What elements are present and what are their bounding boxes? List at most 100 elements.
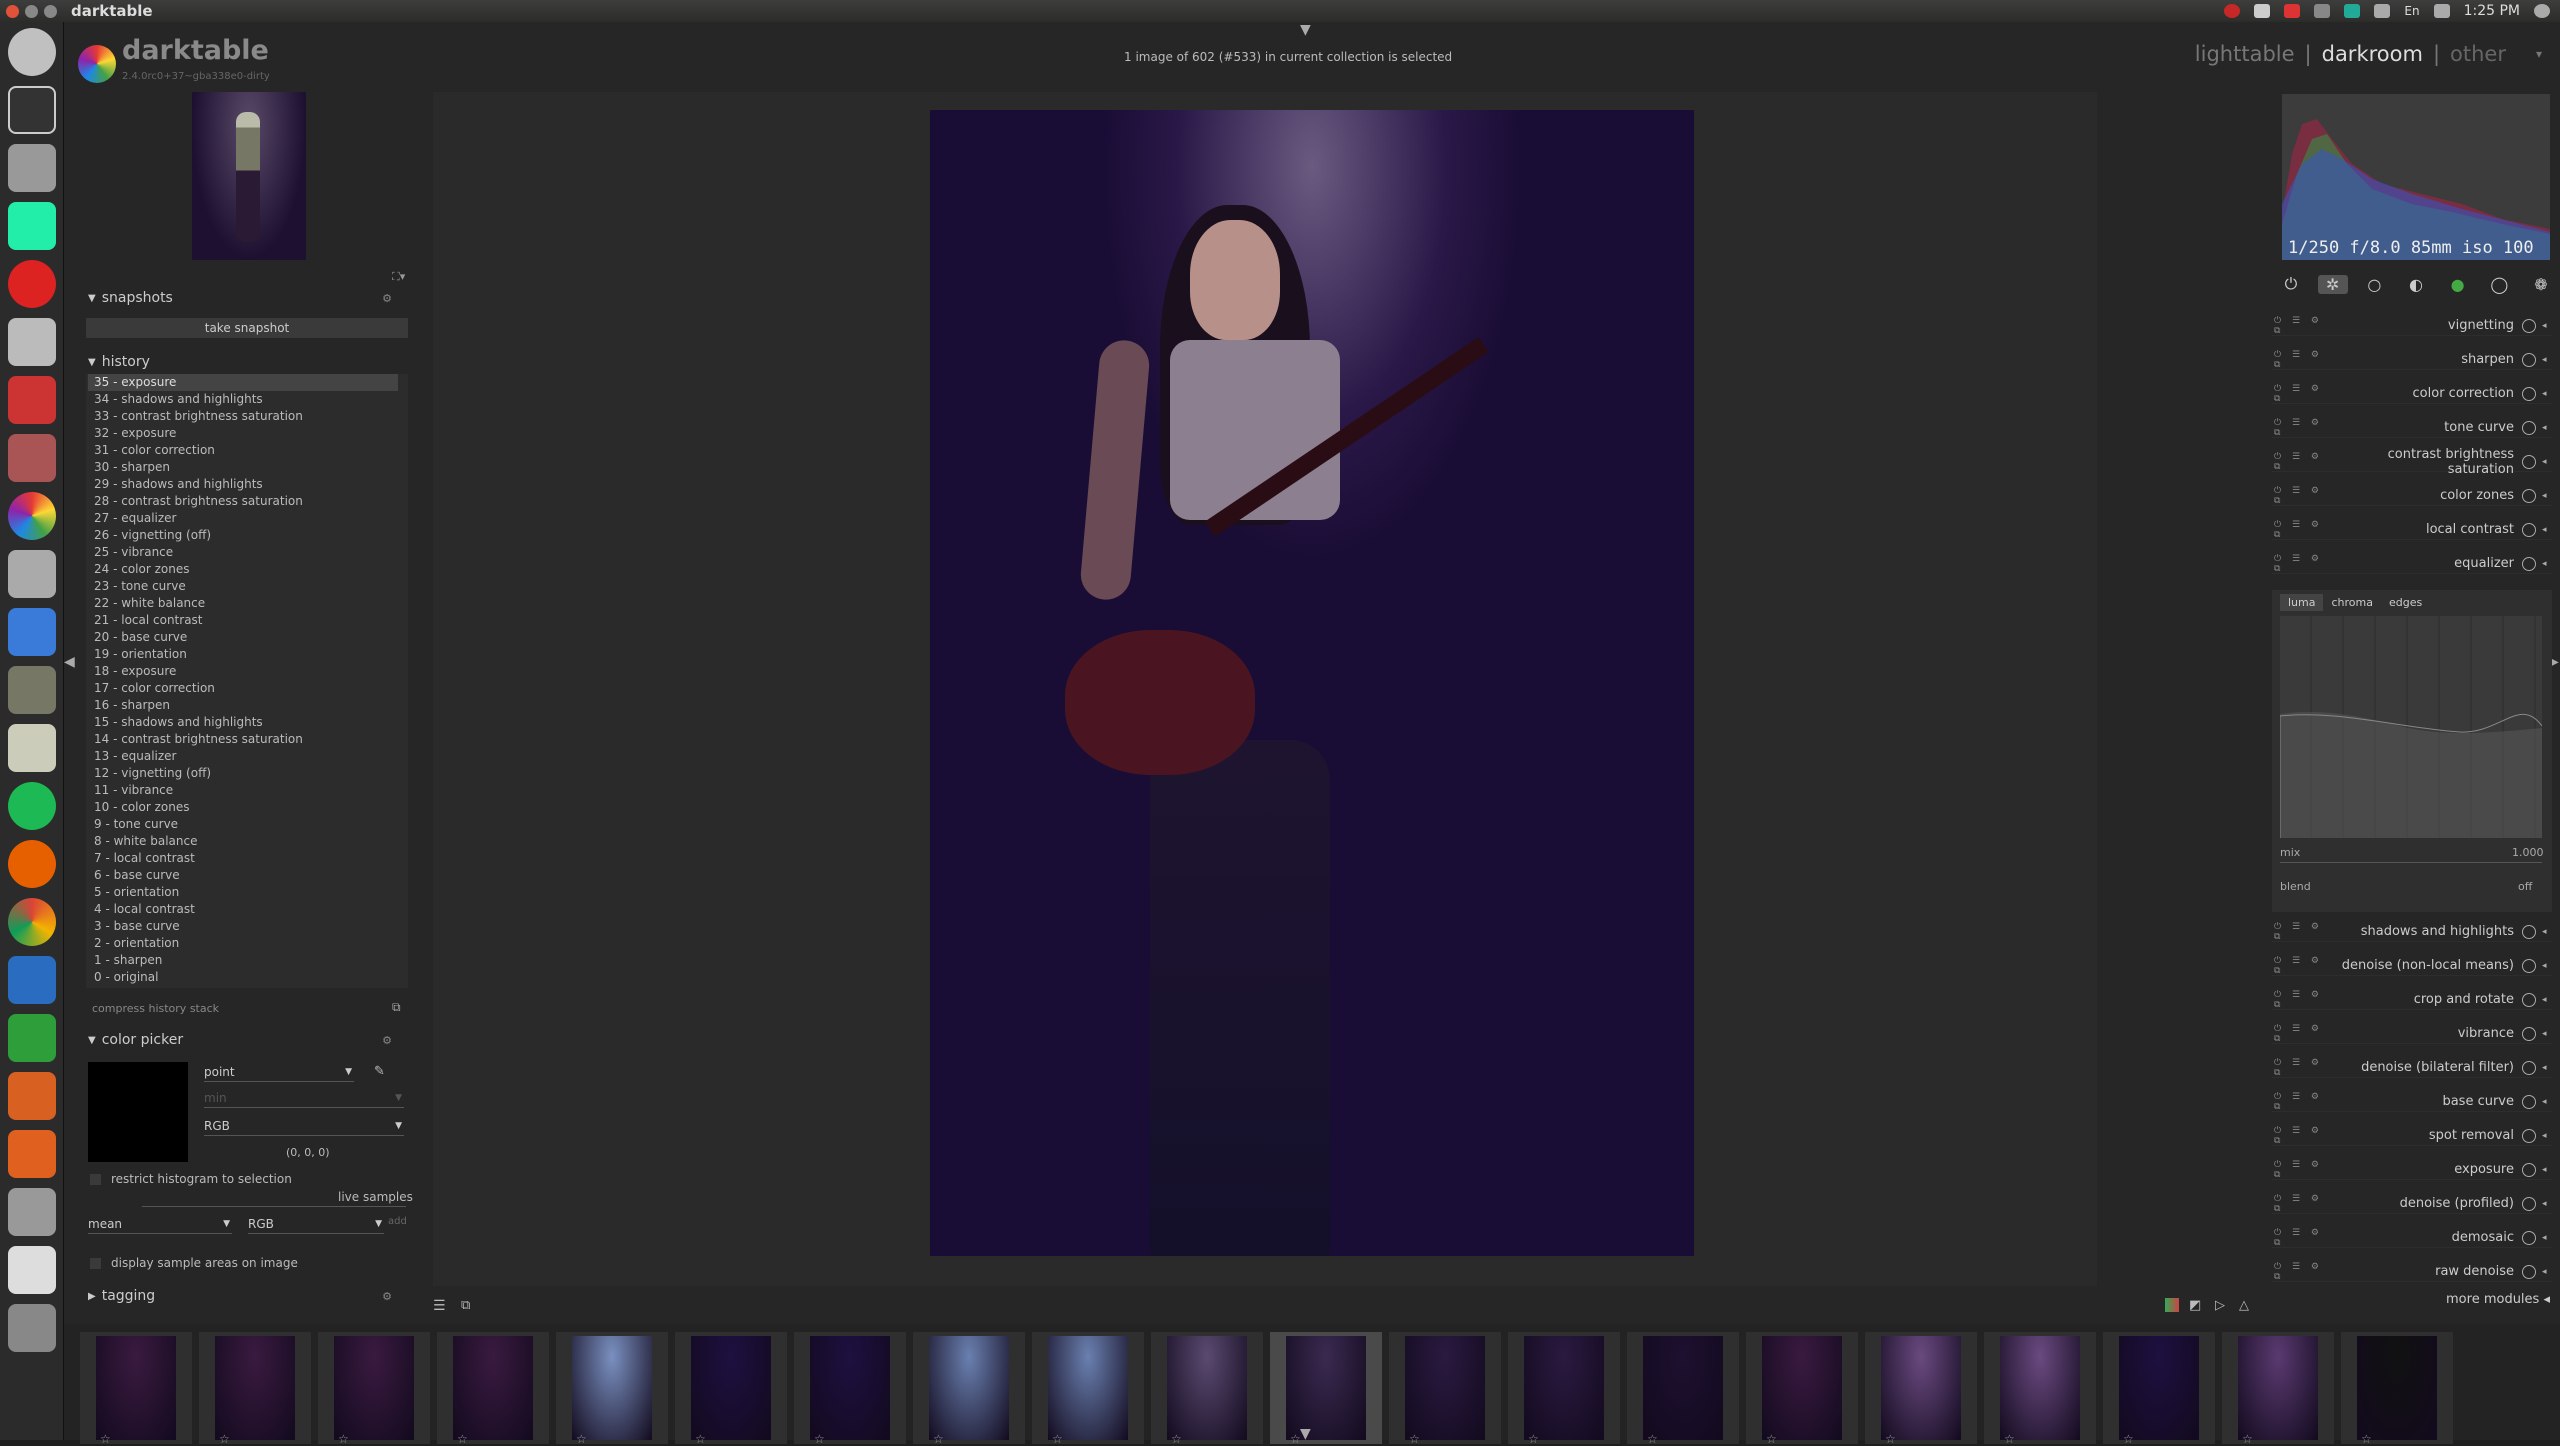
ubuntu-home-icon[interactable] — [8, 28, 56, 76]
blend-select[interactable]: off — [2518, 880, 2532, 893]
module-controls-icon[interactable]: ⏻ ☰ ⚙ ⧉ — [2272, 922, 2332, 942]
module-color-zones[interactable]: ⏻ ☰ ⚙ ⧉ color zones ◂ — [2272, 486, 2552, 506]
volume-icon[interactable] — [2433, 4, 2450, 18]
history-item[interactable]: 29 - shadows and highlights — [88, 476, 398, 493]
module-controls-icon[interactable]: ⏻ ☰ ⚙ ⧉ — [2272, 956, 2332, 976]
star-rating-icon[interactable]: ☆ — [2361, 1432, 2380, 1446]
menu-icon[interactable]: ☰ — [433, 1298, 446, 1314]
top-panel-toggle-icon[interactable]: ▼ — [1300, 22, 1311, 38]
history-item[interactable]: 31 - color correction — [88, 442, 398, 459]
history-item[interactable]: 23 - tone curve — [88, 578, 398, 595]
picker-mode-select[interactable]: point ▼ — [204, 1062, 354, 1082]
settings-icon[interactable] — [8, 1188, 56, 1236]
tools-icon[interactable] — [8, 434, 56, 482]
filmstrip-thumbnail[interactable]: ☆ — [2222, 1332, 2334, 1446]
history-item[interactable]: 15 - shadows and highlights — [88, 714, 398, 731]
chevron-down-icon[interactable]: ▾ — [2536, 47, 2542, 61]
gear-icon[interactable] — [2534, 4, 2550, 18]
close-window-button[interactable] — [6, 4, 19, 18]
filmstrip-thumbnail[interactable]: ☆ — [794, 1332, 906, 1446]
gamut-check-icon[interactable]: △ — [2239, 1298, 2249, 1313]
expand-arrow-icon[interactable]: ◂ — [2542, 389, 2552, 399]
favorites-star-icon[interactable]: ✲ — [2317, 274, 2348, 294]
trash-icon[interactable] — [8, 1304, 56, 1352]
history-item[interactable]: 3 - base curve — [88, 918, 398, 935]
history-item[interactable]: 2 - orientation — [88, 935, 398, 952]
module-controls-icon[interactable]: ⏻ ☰ ⚙ ⧉ — [2272, 1126, 2332, 1146]
star-rating-icon[interactable]: ☆ — [338, 1432, 357, 1446]
star-rating-icon[interactable]: ☆ — [1528, 1432, 1547, 1446]
tone-group-icon[interactable]: ◐ — [2401, 275, 2431, 294]
star-rating-icon[interactable]: ☆ — [1409, 1432, 1428, 1446]
archive-icon[interactable] — [8, 376, 56, 424]
history-item[interactable]: 18 - exposure — [88, 663, 398, 680]
expand-arrow-icon[interactable]: ◂ — [2542, 1029, 2552, 1039]
filmstrip-thumbnail[interactable]: ☆ — [80, 1332, 192, 1446]
firefox-icon[interactable] — [8, 840, 56, 888]
expand-arrow-icon[interactable]: ◂ — [2542, 321, 2552, 331]
history-item[interactable]: 1 - sharpen — [88, 952, 398, 969]
compress-history-icon[interactable]: ⧉ — [392, 1000, 401, 1015]
softproof-icon[interactable]: ◩ — [2189, 1298, 2201, 1313]
snapshots-header[interactable]: ▼ snapshots ⚙ — [82, 288, 422, 308]
module-color-correction[interactable]: ⏻ ☰ ⚙ ⧉ color correction ◂ — [2272, 384, 2552, 404]
star-rating-icon[interactable]: ☆ — [933, 1432, 952, 1446]
module-crop-and-rotate[interactable]: ⏻ ☰ ⚙ ⧉ crop and rotate ◂ — [2272, 990, 2552, 1010]
filmstrip-thumbnail[interactable]: ☆ — [2341, 1332, 2453, 1446]
module-vignetting[interactable]: ⏻ ☰ ⚙ ⧉ vignetting ◂ — [2272, 316, 2552, 336]
star-rating-icon[interactable]: ☆ — [1171, 1432, 1190, 1446]
history-item[interactable]: 5 - orientation — [88, 884, 398, 901]
star-rating-icon[interactable]: ☆ — [1766, 1432, 1785, 1446]
printer-icon[interactable] — [8, 318, 56, 366]
spotify-icon[interactable] — [8, 782, 56, 830]
color-group-icon[interactable]: ● — [2443, 275, 2473, 294]
impress-icon[interactable] — [8, 1072, 56, 1120]
star-rating-icon[interactable]: ☆ — [219, 1432, 238, 1446]
module-sharpen[interactable]: ⏻ ☰ ⚙ ⧉ sharpen ◂ — [2272, 350, 2552, 370]
filmstrip-thumbnail[interactable]: ☆ — [318, 1332, 430, 1446]
module-controls-icon[interactable]: ⏻ ☰ ⚙ ⧉ — [2272, 1194, 2332, 1214]
filmstrip-thumbnail[interactable]: ☆ — [1746, 1332, 1858, 1446]
star-rating-icon[interactable]: ☆ — [2123, 1432, 2142, 1446]
module-controls-icon[interactable]: ⏻ ☰ ⚙ ⧉ — [2272, 554, 2332, 574]
module-demosaic[interactable]: ⏻ ☰ ⚙ ⧉ demosaic ◂ — [2272, 1228, 2552, 1248]
image-viewer-icon[interactable] — [8, 608, 56, 656]
gimp-icon[interactable] — [8, 666, 56, 714]
mix-value[interactable]: 1.000 — [2512, 846, 2544, 859]
expand-arrow-icon[interactable]: ◂ — [2542, 1131, 2552, 1141]
expand-arrow-icon[interactable]: ◂ — [2542, 1233, 2552, 1243]
preset-icon[interactable]: ⚙ — [382, 292, 392, 305]
history-item[interactable]: 32 - exposure — [88, 425, 398, 442]
history-item[interactable]: 24 - color zones — [88, 561, 398, 578]
history-item[interactable]: 11 - vibrance — [88, 782, 398, 799]
expand-arrow-icon[interactable]: ◂ — [2542, 457, 2552, 467]
history-item[interactable]: 30 - sharpen — [88, 459, 398, 476]
display-samples-checkbox[interactable]: display sample areas on image — [90, 1256, 298, 1270]
history-item[interactable]: 4 - local contrast — [88, 901, 398, 918]
expand-arrow-icon[interactable]: ◂ — [2542, 559, 2552, 569]
module-controls-icon[interactable]: ⏻ ☰ ⚙ ⧉ — [2272, 520, 2332, 540]
dropbox-icon[interactable] — [2254, 4, 2271, 18]
clock[interactable]: 1:25 PM — [2464, 3, 2520, 19]
history-item[interactable]: 16 - sharpen — [88, 697, 398, 714]
module-tone-curve[interactable]: ⏻ ☰ ⚙ ⧉ tone curve ◂ — [2272, 418, 2552, 438]
tab-chroma[interactable]: chroma — [2323, 594, 2381, 611]
filmstrip-thumbnail[interactable]: ☆ — [1270, 1332, 1382, 1446]
filmstrip-thumbnail[interactable]: ☆ — [1389, 1332, 1501, 1446]
zoom-icon[interactable]: ⛶▾ — [392, 270, 405, 284]
module-exposure[interactable]: ⏻ ☰ ⚙ ⧉ exposure ◂ — [2272, 1160, 2552, 1180]
terminal-icon[interactable] — [8, 86, 56, 134]
expand-arrow-icon[interactable]: ◂ — [2542, 1165, 2552, 1175]
filmstrip-thumbnail[interactable]: ☆ — [1627, 1332, 1739, 1446]
star-rating-icon[interactable]: ☆ — [1885, 1432, 1904, 1446]
history-item[interactable]: 6 - base curve — [88, 867, 398, 884]
module-controls-icon[interactable]: ⏻ ☰ ⚙ ⧉ — [2272, 384, 2332, 404]
module-controls-icon[interactable]: ⏻ ☰ ⚙ ⧉ — [2272, 486, 2332, 506]
history-item[interactable]: 14 - contrast brightness saturation — [88, 731, 398, 748]
module-controls-icon[interactable]: ⏻ ☰ ⚙ ⧉ — [2272, 1058, 2332, 1078]
module-local-contrast[interactable]: ⏻ ☰ ⚙ ⧉ local contrast ◂ — [2272, 520, 2552, 540]
maximize-window-button[interactable] — [44, 4, 57, 18]
star-rating-icon[interactable]: ☆ — [1052, 1432, 1071, 1446]
mix-slider[interactable] — [2280, 862, 2542, 863]
history-item[interactable]: 9 - tone curve — [88, 816, 398, 833]
